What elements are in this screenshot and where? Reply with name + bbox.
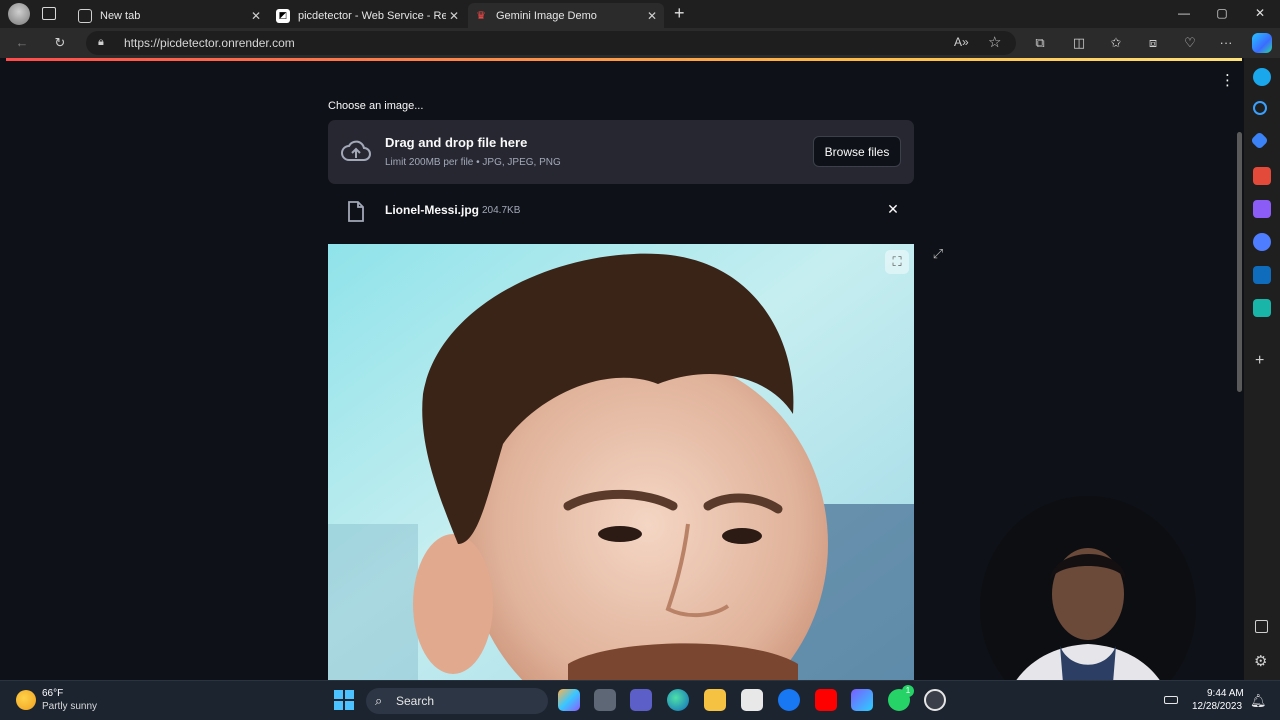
teams-icon[interactable] [630,689,652,711]
games-icon[interactable] [1253,200,1271,218]
new-tab-icon [78,8,92,23]
refresh-icon[interactable]: ↻ [50,34,70,52]
back-icon[interactable]: ← [12,34,32,52]
more-options-icon[interactable]: ··· [1216,34,1236,52]
weather-temperature[interactable]: 66°F [42,688,63,699]
hide-sidebar-icon[interactable] [1255,620,1268,633]
copilot-taskbar-icon[interactable] [558,689,580,711]
uploaded-file-row: Lionel-Messi.jpg 204.7KB ✕ [328,191,914,231]
address-bar[interactable]: 🔒︎ https://picdetector.onrender.com A» ☆ [86,31,1016,55]
windows-taskbar: 66°F Partly sunny ⌕ Search 1 9:44 AM 12/… [0,680,1280,720]
outlook-icon[interactable] [1253,266,1271,284]
notifications-icon[interactable] [1253,68,1271,86]
collections-icon[interactable]: ⧈ [1143,34,1163,52]
search-label: Search [396,694,435,708]
copilot-icon[interactable] [1252,33,1272,53]
video-editor-icon[interactable] [851,689,873,711]
notification-bell-icon[interactable]: 🔔︎ [1250,693,1267,709]
dropzone-subtitle: Limit 200MB per file • JPG, JPEG, PNG [385,157,561,168]
task-view-icon[interactable] [594,689,616,711]
edge-sidebar: + ⚙ [1244,58,1280,680]
split-screen-icon[interactable]: ◫ [1069,34,1089,52]
fullscreen-icon[interactable]: ⤢ [928,246,948,266]
tab-new-tab[interactable]: New tab ✕ [72,3,268,28]
tab-close-icon[interactable]: ✕ [446,9,462,23]
tab-picdetector[interactable]: ◩ picdetector - Web Service - Ren ✕ [270,3,466,28]
portrait-photo [328,244,914,680]
windows-start-icon[interactable] [334,690,354,710]
uploaded-image: ⛶ [328,244,914,680]
tab-label: Gemini Image Demo [496,9,597,22]
render-favicon-icon: ◩ [276,8,290,23]
read-aloud-icon[interactable]: A» [954,35,969,49]
file-explorer-icon[interactable] [704,689,726,711]
tools-icon[interactable] [1253,167,1271,185]
weather-description[interactable]: Partly sunny [42,701,97,712]
favorites-icon[interactable]: ✩ [1106,34,1126,52]
partly-sunny-icon[interactable] [16,690,36,710]
file-dropzone[interactable]: Drag and drop file here Limit 200MB per … [328,120,914,184]
edge-icon[interactable] [667,689,689,711]
uploader-label: Choose an image... [328,100,424,112]
media-player-icon[interactable] [924,689,946,711]
clock-date[interactable]: 12/28/2023 [1192,701,1242,712]
lock-icon[interactable]: 🔒︎ [98,36,104,49]
battery-icon[interactable] [1164,696,1178,704]
file-icon [348,201,364,222]
minimize-icon[interactable]: — [1174,4,1194,22]
remove-file-icon[interactable]: ✕ [884,200,902,218]
browser-toolbar: ← ↻ 🔒︎ https://picdetector.onrender.com … [0,28,1280,58]
tab-gemini-image-demo[interactable]: ♛ Gemini Image Demo ✕ [468,3,664,28]
tab-close-icon[interactable]: ✕ [644,9,660,23]
extensions-icon[interactable]: ⧉ [1030,34,1050,52]
clock-time[interactable]: 9:44 AM [1207,688,1244,699]
image-toolbar-icon[interactable]: ⛶ [885,250,909,274]
add-app-icon[interactable]: + [1255,352,1264,370]
page-scrollbar[interactable] [1237,132,1242,392]
main-menu-icon[interactable]: ⋮ [1220,71,1235,89]
browser-essentials-icon[interactable]: ♡ [1180,34,1200,52]
tab-label: picdetector - Web Service - Ren [298,9,446,22]
tab-close-icon[interactable]: ✕ [248,9,264,23]
search-icon: ⌕ [375,693,383,708]
facebook-icon[interactable] [778,689,800,711]
taskbar-search[interactable]: ⌕ Search [366,688,548,714]
maximize-icon[interactable]: ▢ [1212,4,1232,22]
shopping-icon[interactable] [1250,131,1269,150]
sidebar-search-icon[interactable] [1253,101,1267,115]
tab-label: New tab [100,9,141,22]
streamlit-favicon-icon: ♛ [476,10,486,22]
dropzone-title: Drag and drop file here [385,135,528,150]
url-text: https://picdetector.onrender.com [124,36,295,50]
copilot-app-icon[interactable] [1253,233,1271,251]
youtube-icon[interactable] [815,689,837,711]
store-icon[interactable] [741,689,763,711]
new-tab-button[interactable]: + [674,3,685,24]
drop-icon[interactable] [1253,299,1271,317]
whatsapp-badge: 1 [902,685,914,697]
tab-actions-icon[interactable] [42,7,56,20]
favorite-star-icon[interactable]: ☆ [988,33,1001,51]
profile-avatar[interactable] [8,3,30,25]
browse-files-button[interactable]: Browse files [813,136,901,167]
browser-tab-bar: New tab ✕ ◩ picdetector - Web Service - … [0,0,1280,28]
close-icon[interactable]: ✕ [1250,4,1270,22]
file-size: 204.7KB [482,205,521,216]
cloud-upload-icon [341,140,371,161]
file-name: Lionel-Messi.jpg [385,203,480,217]
sidebar-settings-icon[interactable]: ⚙ [1254,652,1267,670]
